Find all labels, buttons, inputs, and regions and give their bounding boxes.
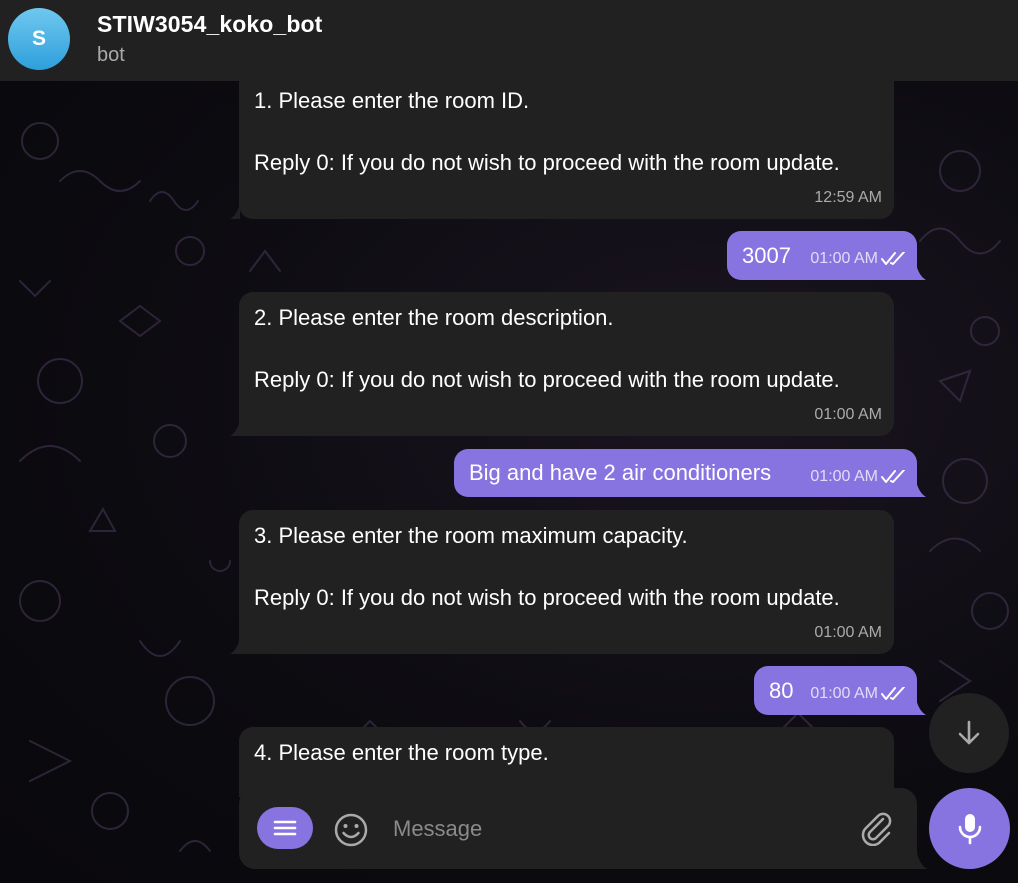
message-outgoing[interactable]: Big and have 2 air conditioners 01:00 AM bbox=[454, 449, 926, 497]
message-time-status: 01:00 AM bbox=[810, 678, 907, 709]
message-time-status: 01:00 AM bbox=[810, 461, 907, 492]
arrow-down-icon bbox=[958, 720, 980, 745]
message-text: 2. Please enter the room description. Re… bbox=[254, 305, 840, 392]
message-text: 4. Please enter the room type. bbox=[254, 740, 549, 765]
message-outgoing[interactable]: 80 01:00 AM bbox=[754, 666, 926, 715]
chat-title[interactable]: STIW3054_koko_bot bbox=[97, 11, 322, 38]
avatar[interactable]: S bbox=[8, 8, 70, 70]
double-check-icon bbox=[881, 469, 905, 483]
smile-icon bbox=[334, 813, 368, 847]
message-text: 80 bbox=[769, 678, 794, 703]
message-time: 01:00 AM bbox=[814, 624, 882, 641]
message-incoming[interactable]: 2. Please enter the room description. Re… bbox=[230, 292, 894, 436]
emoji-button[interactable] bbox=[333, 812, 369, 853]
message-outgoing[interactable]: 3007 01:00 AM bbox=[727, 231, 926, 280]
chat-subtitle: bot bbox=[97, 44, 125, 66]
bubble-tail bbox=[916, 699, 926, 715]
message-text: Big and have 2 air conditioners bbox=[469, 460, 772, 485]
message-text: 3. Please enter the room maximum capacit… bbox=[254, 523, 840, 610]
telegram-chat-window: S STIW3054_koko_bot bot 1. Please enter … bbox=[0, 0, 1018, 883]
bubble-tail bbox=[230, 420, 240, 436]
scroll-down-button[interactable] bbox=[929, 693, 1009, 773]
message-time: 01:00 AM bbox=[810, 685, 878, 702]
message-time-status: 01:00 AM bbox=[810, 243, 907, 274]
message-composer bbox=[239, 788, 917, 869]
microphone-icon bbox=[958, 813, 981, 844]
message-time: 01:00 AM bbox=[810, 468, 878, 485]
double-check-icon bbox=[881, 686, 905, 700]
message-incoming[interactable]: 1. Please enter the room ID. Reply 0: If… bbox=[230, 74, 894, 219]
message-time: 12:59 AM bbox=[814, 189, 882, 206]
menu-icon bbox=[273, 820, 297, 836]
message-time: 01:00 AM bbox=[810, 250, 878, 267]
composer-tail bbox=[917, 853, 927, 869]
message-text: 3007 bbox=[742, 243, 791, 268]
voice-message-button[interactable] bbox=[929, 788, 1010, 869]
message-time: 01:00 AM bbox=[814, 406, 882, 423]
bubble-tail bbox=[916, 264, 926, 280]
message-input[interactable] bbox=[391, 810, 835, 848]
double-check-icon bbox=[881, 251, 905, 265]
bubble-tail bbox=[916, 481, 926, 497]
bot-menu-button[interactable] bbox=[257, 807, 313, 849]
message-text: 1. Please enter the room ID. Reply 0: If… bbox=[254, 88, 840, 175]
attach-button[interactable] bbox=[859, 810, 893, 851]
chat-header[interactable]: S STIW3054_koko_bot bot bbox=[0, 0, 1018, 81]
message-incoming[interactable]: 3. Please enter the room maximum capacit… bbox=[230, 510, 894, 654]
message-incoming[interactable]: 4. Please enter the room type. bbox=[239, 727, 894, 797]
bubble-tail bbox=[230, 638, 240, 654]
bubble-tail bbox=[230, 203, 240, 219]
paperclip-icon bbox=[861, 812, 892, 847]
